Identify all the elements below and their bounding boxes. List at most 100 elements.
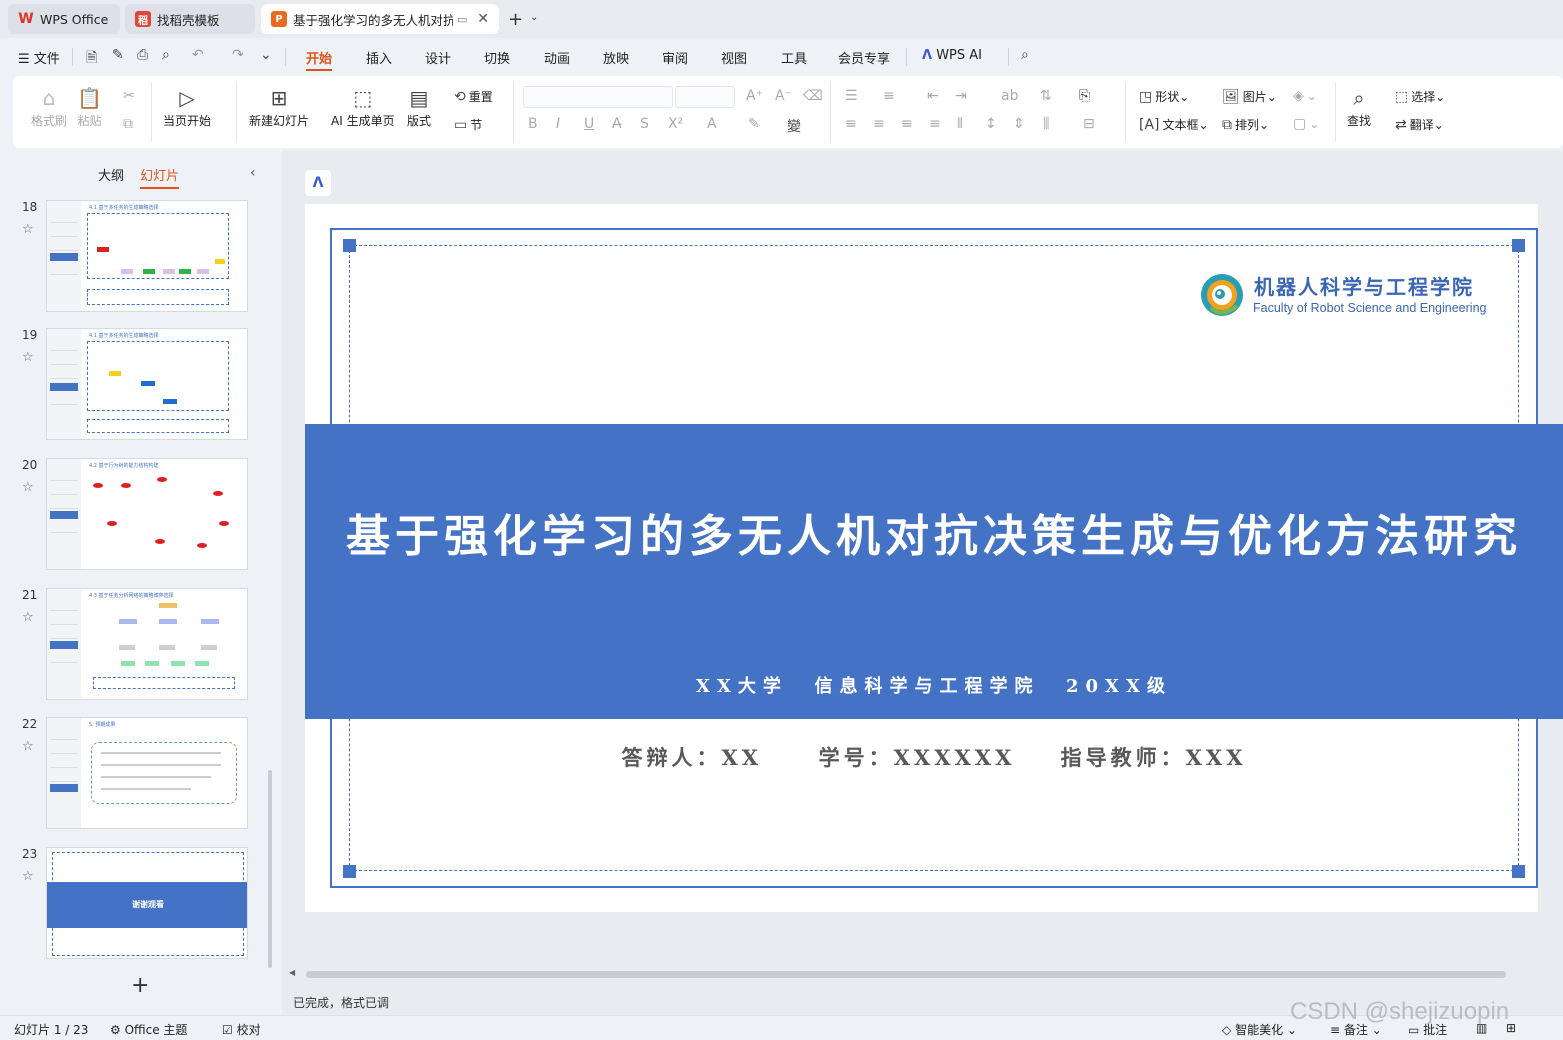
justify-icon[interactable]: ≡ (929, 116, 941, 132)
slide-thumbnail-row[interactable]: 19 ☆ 4.1 基于多任务的生成策略选择 (0, 328, 260, 442)
print-icon[interactable]: ⎙ (137, 47, 148, 63)
paragraph-spacing-icon[interactable]: ⇕ (1013, 116, 1025, 132)
section-button[interactable]: ▭ 节 (454, 116, 482, 133)
save-icon[interactable]: 🗎 (86, 47, 97, 71)
copy-icon[interactable]: ⧉ (123, 116, 136, 132)
convert-icon[interactable]: ⎘ (1079, 88, 1090, 104)
defense-info[interactable]: 答辩人：XX 学号：XXXXXX 指导教师：XXX (305, 742, 1563, 772)
format-painter-button[interactable]: ⌂ 格式刷 (31, 84, 67, 129)
file-menu[interactable]: ☰ 文件 (18, 48, 60, 67)
shape-button[interactable]: ◳ 形状 ⌄ (1139, 88, 1189, 105)
slide-title[interactable]: 基于强化学习的多无人机对抗决策生成与优化方法研究 (305, 500, 1563, 564)
font-color-icon[interactable]: A (707, 116, 717, 132)
tab-current-document[interactable]: P 基于强化学习的多无人机对抗 ▭ ✕ (261, 4, 499, 34)
star-icon[interactable]: ☆ (22, 869, 34, 884)
chevron-down-icon[interactable]: ⌄ (260, 47, 272, 63)
menu-home[interactable]: 开始 (306, 48, 332, 67)
slide-thumbnail-row[interactable]: 23 ☆ 谢谢观看 (0, 847, 260, 961)
increase-font-icon[interactable]: A⁺ (746, 88, 763, 104)
arrange-button[interactable]: ⧉ 排列 ⌄ (1222, 116, 1269, 133)
superscript-icon[interactable]: X² (668, 116, 683, 132)
strikethrough-icon[interactable]: A̶ (612, 116, 622, 132)
bold-icon[interactable]: B (528, 116, 538, 132)
scroll-left-icon[interactable]: ◀ (289, 968, 295, 977)
text-direction-icon[interactable]: ab (1001, 88, 1018, 104)
underline-icon[interactable]: U (584, 116, 594, 132)
fill-icon[interactable]: ◈ ⌄ (1293, 88, 1317, 104)
numbered-list-icon[interactable]: ≡ (883, 88, 895, 104)
cut-icon[interactable]: ✂ (123, 88, 138, 104)
reset-button[interactable]: ⟲ 重置 (454, 88, 493, 105)
ai-single-page-button[interactable]: ⬚ AI 生成单页 (331, 84, 395, 129)
slide-thumbnail[interactable]: 4.2 基于行为树的能力结构构建 (46, 458, 248, 570)
new-tab-icon[interactable]: + (508, 9, 523, 30)
slide-thumbnail-row[interactable]: 21 ☆ 4.3 基于任务分析网络的策略博弈选择 (0, 588, 260, 702)
decrease-font-icon[interactable]: A⁻ (775, 88, 792, 104)
increase-indent-icon[interactable]: ⇥ (955, 88, 967, 104)
menu-member[interactable]: 会员专享 (838, 48, 890, 67)
star-icon[interactable]: ☆ (22, 350, 34, 365)
find-button[interactable]: ⌕ 查找 (1347, 84, 1371, 129)
align-center-icon[interactable]: ≡ (873, 116, 885, 132)
new-slide-button[interactable]: ⊞ 新建幻灯片 (249, 84, 309, 129)
outline-icon[interactable]: ▢ ⌄ (1293, 116, 1319, 132)
italic-icon[interactable]: I (556, 116, 560, 132)
slide-thumbnail-row[interactable]: 20 ☆ 4.2 基于行为树的能力结构构建 (0, 458, 260, 572)
star-icon[interactable]: ☆ (22, 610, 34, 625)
horizontal-scrollbar[interactable] (306, 971, 1506, 978)
bullet-list-icon[interactable]: ☰ (845, 88, 858, 104)
undo-icon[interactable]: ↶ (192, 47, 204, 63)
select-button[interactable]: ⬚ 选择 ⌄ (1395, 88, 1445, 105)
smart-beautify-button[interactable]: ◇ 智能美化 ⌄ (1222, 1021, 1297, 1038)
collapse-panel-icon[interactable]: ‹ (250, 165, 256, 181)
wps-ai-float-icon[interactable]: Λ (305, 170, 331, 196)
slide-thumbnail[interactable]: 4.3 基于任务分析网络的策略博弈选择 (46, 588, 248, 700)
theme-button[interactable]: ⚙ Office 主题 (110, 1021, 187, 1038)
slide-thumbnail-row[interactable]: 22 ☆ 5. 预期成果 (0, 717, 260, 831)
shadow-icon[interactable]: S (640, 116, 649, 132)
redo-icon[interactable]: ↷ (232, 47, 244, 63)
star-icon[interactable]: ☆ (22, 739, 34, 754)
column-icon[interactable]: ⫼ (1043, 116, 1049, 132)
slide-thumbnail[interactable]: 4.1 基于多任务的生成策略选择 (46, 200, 248, 312)
tab-templates[interactable]: 稻 找稻壳模板 (125, 4, 255, 34)
clear-format-icon[interactable]: ⌫ (803, 88, 823, 104)
sort-icon[interactable]: ⇅ (1040, 88, 1052, 104)
menu-animations[interactable]: 动画 (544, 48, 570, 67)
menu-transitions[interactable]: 切换 (484, 48, 510, 67)
chevron-down-icon[interactable]: ⌄ (530, 12, 538, 23)
edit-icon[interactable]: ✎ (112, 47, 124, 63)
layout-button[interactable]: ▤ 版式 (407, 84, 431, 129)
menu-slideshow[interactable]: 放映 (603, 48, 629, 67)
slide-thumbnail[interactable]: 谢谢观看 (46, 847, 248, 959)
menu-review[interactable]: 审阅 (662, 48, 688, 67)
align-right-icon[interactable]: ≡ (901, 116, 913, 132)
menu-design[interactable]: 设计 (425, 48, 451, 67)
slide-thumbnail[interactable]: 4.1 基于多任务的生成策略选择 (46, 328, 248, 440)
star-icon[interactable]: ☆ (22, 480, 34, 495)
distribute-icon[interactable]: ⫴ (957, 116, 963, 132)
paste-button[interactable]: 📋 粘贴 (77, 84, 102, 129)
panel-scrollbar[interactable] (268, 770, 272, 968)
proofread-button[interactable]: ☑ 校对 (222, 1021, 261, 1038)
font-name-select[interactable] (523, 86, 673, 108)
text-align-icon[interactable]: ⊟ (1083, 116, 1095, 132)
tab-outline[interactable]: 大纲 (98, 169, 124, 184)
slide-thumbnail[interactable]: 5. 预期成果 (46, 717, 248, 829)
tab-wps-office[interactable]: W WPS Office (8, 4, 120, 34)
menu-wps-ai[interactable]: Λ WPS AI (922, 48, 982, 63)
menu-view[interactable]: 视图 (721, 48, 747, 67)
picture-button[interactable]: 🖼 图片 ⌄ (1222, 88, 1277, 105)
search-icon[interactable]: ⌕ (1021, 47, 1029, 63)
tab-slides[interactable]: 幻灯片 (140, 169, 180, 189)
highlight-icon[interactable]: ✎ (748, 116, 760, 132)
textbox-button[interactable]: [A] 文本框 ⌄ (1139, 116, 1209, 133)
slide-subtitle[interactable]: XX大学 信息科学与工程学院 20XX级 (305, 672, 1563, 698)
font-size-select[interactable] (675, 86, 735, 108)
text-effect-icon[interactable]: 變 (787, 116, 801, 136)
star-icon[interactable]: ☆ (22, 222, 34, 237)
slide-thumbnail-row[interactable]: 18 ☆ 4.1 基于多任务的生成策略选择 (0, 200, 260, 314)
align-left-icon[interactable]: ≡ (845, 116, 857, 132)
menu-tools[interactable]: 工具 (781, 48, 807, 67)
close-icon[interactable]: ✕ (477, 11, 489, 27)
